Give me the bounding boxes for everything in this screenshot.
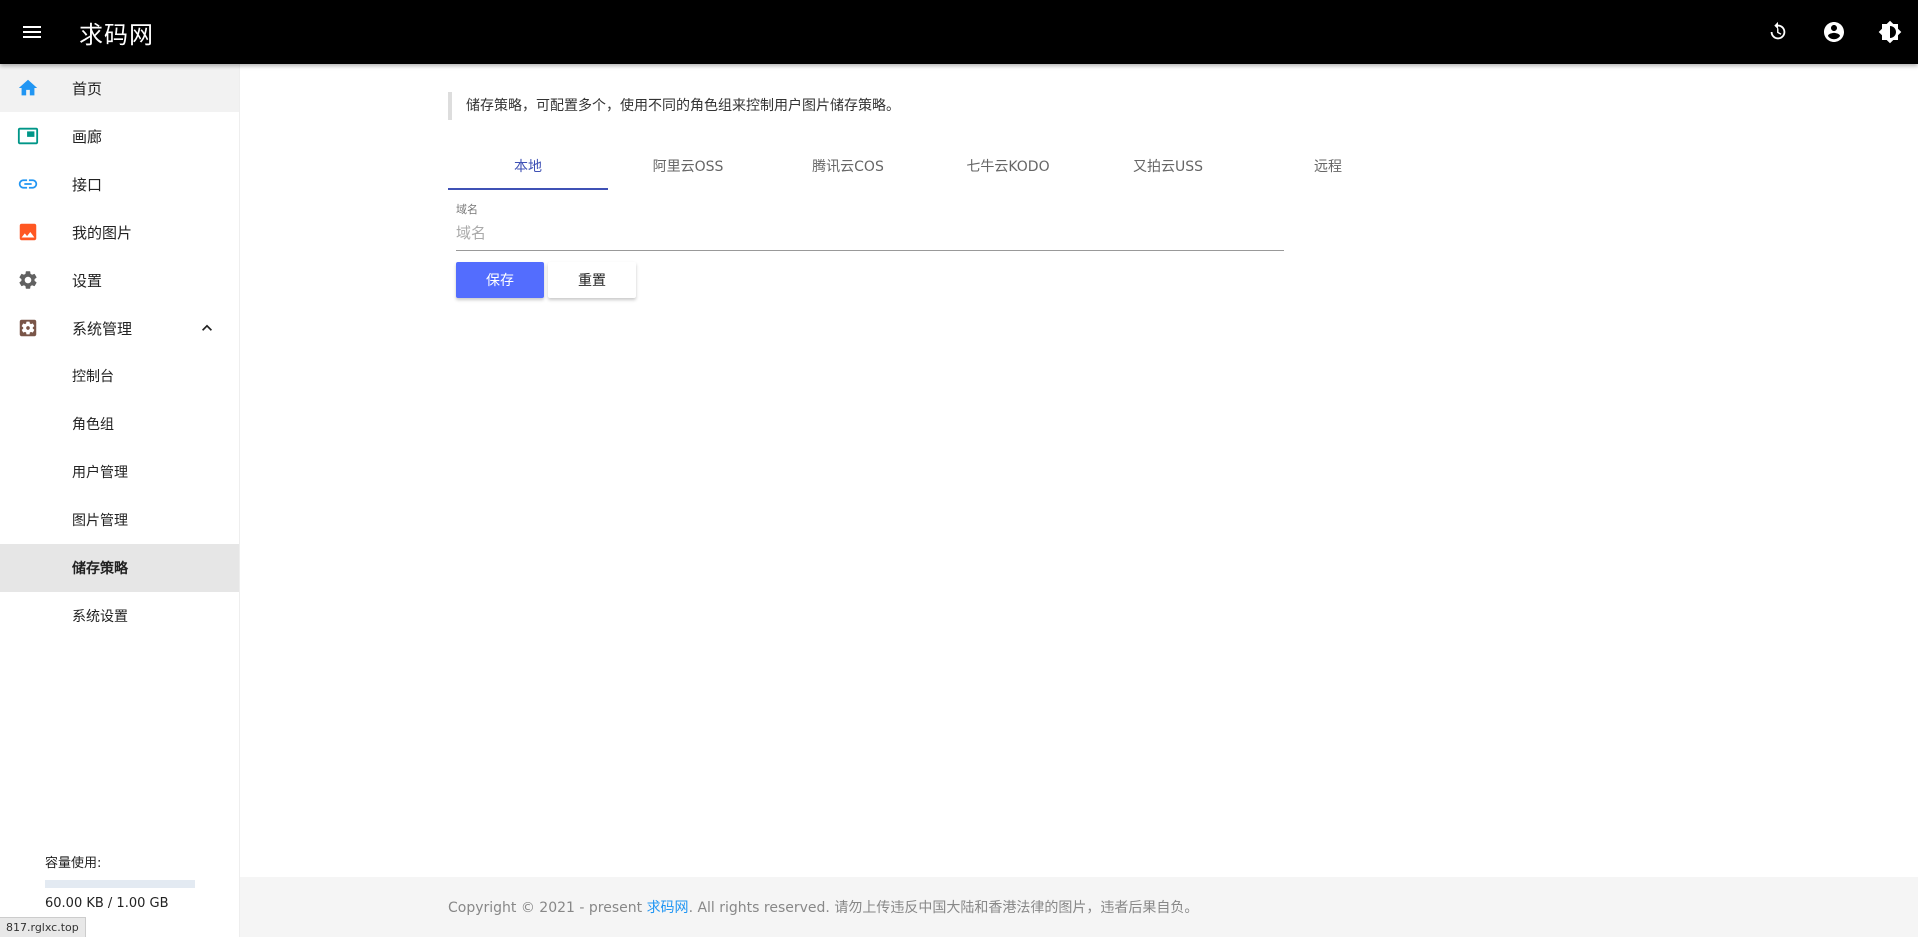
sidebar-item-label: 我的图片	[72, 223, 133, 242]
sidebar-item-settings[interactable]: 设置	[0, 256, 239, 304]
sidebar-subitem-roles[interactable]: 角色组	[0, 400, 239, 448]
page-description: 储存策略，可配置多个，使用不同的角色组来控制用户图片储存策略。	[448, 92, 900, 120]
sidebar-item-label: 设置	[72, 271, 103, 290]
storage-tabs: 本地 阿里云OSS 腾讯云COS 七牛云KODO 又拍云USS 远程	[448, 142, 1408, 190]
app-title[interactable]: 求码网	[79, 15, 154, 50]
footer-site-link[interactable]: 求码网	[647, 900, 689, 916]
footer-suffix: . All rights reserved. 请勿上传违反中国大陆和香港法律的图…	[688, 900, 1199, 916]
tab-aliyun-oss[interactable]: 阿里云OSS	[608, 142, 768, 190]
sidebar-subitem-storage-strategy[interactable]: 储存策略	[0, 544, 239, 592]
domain-field: 域名	[456, 201, 1284, 251]
footer-prefix: Copyright © 2021 - present	[448, 900, 647, 916]
account-icon[interactable]	[1806, 0, 1862, 64]
footer: Copyright © 2021 - present 求码网. All righ…	[240, 877, 1918, 937]
sidebar-item-home[interactable]: 首页	[0, 64, 239, 112]
tab-upyun-uss[interactable]: 又拍云USS	[1088, 142, 1248, 190]
tab-local[interactable]: 本地	[448, 142, 608, 190]
gallery-icon	[16, 124, 40, 148]
usage-text: 60.00 KB / 1.00 GB	[45, 896, 169, 911]
usage-title: 容量使用:	[45, 856, 102, 871]
tab-tencent-cos[interactable]: 腾讯云COS	[768, 142, 928, 190]
sidebar: 首页 画廊 接口 我的图片 设置 系统管理 控制台 角色组 用户管理 图片管理 …	[0, 64, 240, 937]
sidebar-subitem-console[interactable]: 控制台	[0, 352, 239, 400]
chevron-up-icon[interactable]	[195, 316, 219, 340]
footer-copyright: Copyright © 2021 - present 求码网. All righ…	[448, 897, 1198, 917]
tab-qiniu-kodo[interactable]: 七牛云KODO	[928, 142, 1088, 190]
sidebar-item-gallery[interactable]: 画廊	[0, 112, 239, 160]
sidebar-item-my-images[interactable]: 我的图片	[0, 208, 239, 256]
admin-settings-icon	[16, 316, 40, 340]
domain-label: 域名	[456, 203, 478, 216]
domain-input[interactable]	[456, 219, 1284, 251]
home-icon	[16, 76, 40, 100]
sidebar-item-label: 接口	[72, 175, 103, 194]
gear-icon	[16, 268, 40, 292]
sidebar-item-api[interactable]: 接口	[0, 160, 239, 208]
sidebar-subitem-images[interactable]: 图片管理	[0, 496, 239, 544]
refresh-icon[interactable]	[1750, 0, 1806, 64]
reset-button[interactable]: 重置	[548, 262, 636, 298]
link-icon	[16, 172, 40, 196]
sidebar-subitem-users[interactable]: 用户管理	[0, 448, 239, 496]
image-icon	[16, 220, 40, 244]
menu-icon[interactable]	[0, 0, 64, 64]
status-url: 817.rglxc.top	[0, 917, 86, 937]
tab-remote[interactable]: 远程	[1248, 142, 1408, 190]
app-bar: 求码网	[0, 0, 1918, 64]
storage-usage: 容量使用: 60.00 KB / 1.00 GB	[45, 852, 205, 911]
theme-icon[interactable]	[1862, 0, 1918, 64]
usage-progress-bar	[45, 880, 195, 888]
sidebar-item-system-admin[interactable]: 系统管理	[0, 304, 239, 352]
save-button[interactable]: 保存	[456, 262, 544, 298]
sidebar-item-label: 系统管理	[72, 319, 133, 338]
sidebar-item-label: 首页	[72, 79, 103, 98]
header-actions	[1750, 0, 1918, 64]
sidebar-subitem-system-settings[interactable]: 系统设置	[0, 592, 239, 640]
main-content: 储存策略，可配置多个，使用不同的角色组来控制用户图片储存策略。 本地 阿里云OS…	[240, 64, 1918, 877]
sidebar-item-label: 画廊	[72, 127, 103, 146]
form-actions: 保存 重置	[456, 262, 636, 298]
